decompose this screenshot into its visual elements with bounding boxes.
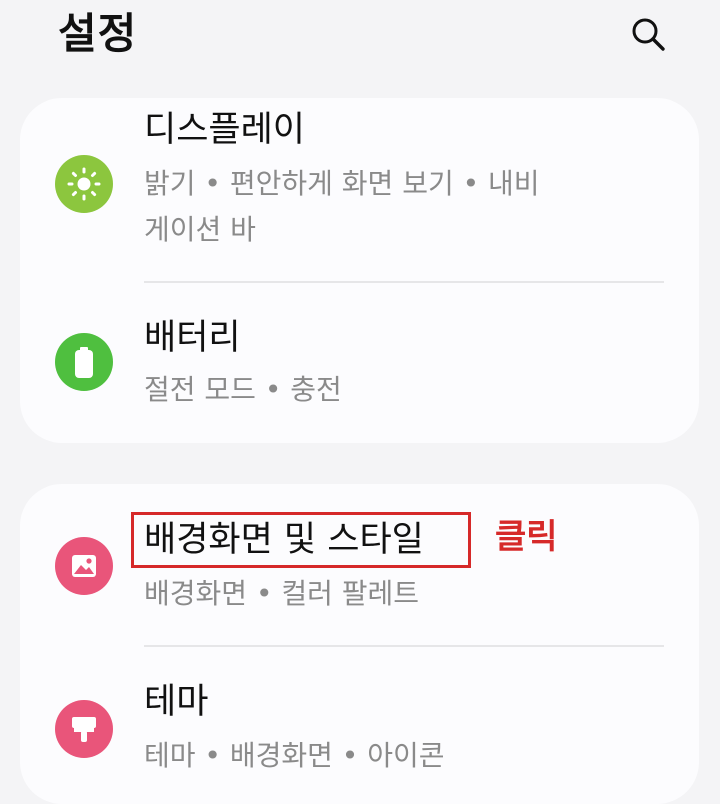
page-title: 설정 [58,9,138,58]
item-subtitle: 배경화면 • 컬러 팔레트 [144,577,420,610]
item-subtitle: 절전 모드 • 충전 [144,373,342,406]
battery-icon [55,333,113,391]
item-title: 디스플레이 [144,110,306,150]
highlight-box [131,512,471,568]
app-header: 설정 [0,0,720,90]
item-title: 테마 [144,682,209,722]
wallpaper-icon [55,537,113,595]
settings-group-display-battery: 디스플레이 밝기 • 편안하게 화면 보기 • 내비게이션 바 배터리 절전 모… [20,98,699,443]
search-icon [626,12,670,56]
settings-item-theme[interactable]: 테마 테마 • 배경화면 • 아이콘 [20,647,699,804]
settings-item-wallpaper-style[interactable]: 배경화면 및 스타일 배경화면 • 컬러 팔레트 클릭 [20,484,699,644]
search-button[interactable] [626,12,670,56]
settings-group-wallpaper-theme: 배경화면 및 스타일 배경화면 • 컬러 팔레트 클릭 테마 테마 • 배경화면… [20,484,699,804]
paint-brush-icon [55,700,113,758]
item-subtitle: 밝기 • 편안하게 화면 보기 • 내비게이션 바 [144,167,540,246]
click-annotation-label: 클릭 [495,517,558,557]
item-title: 배터리 [144,318,241,358]
settings-item-display[interactable]: 디스플레이 밝기 • 편안하게 화면 보기 • 내비게이션 바 [20,98,699,283]
item-subtitle: 테마 • 배경화면 • 아이콘 [144,739,445,772]
settings-item-battery[interactable]: 배터리 절전 모드 • 충전 [20,283,699,443]
brightness-icon [55,155,113,213]
